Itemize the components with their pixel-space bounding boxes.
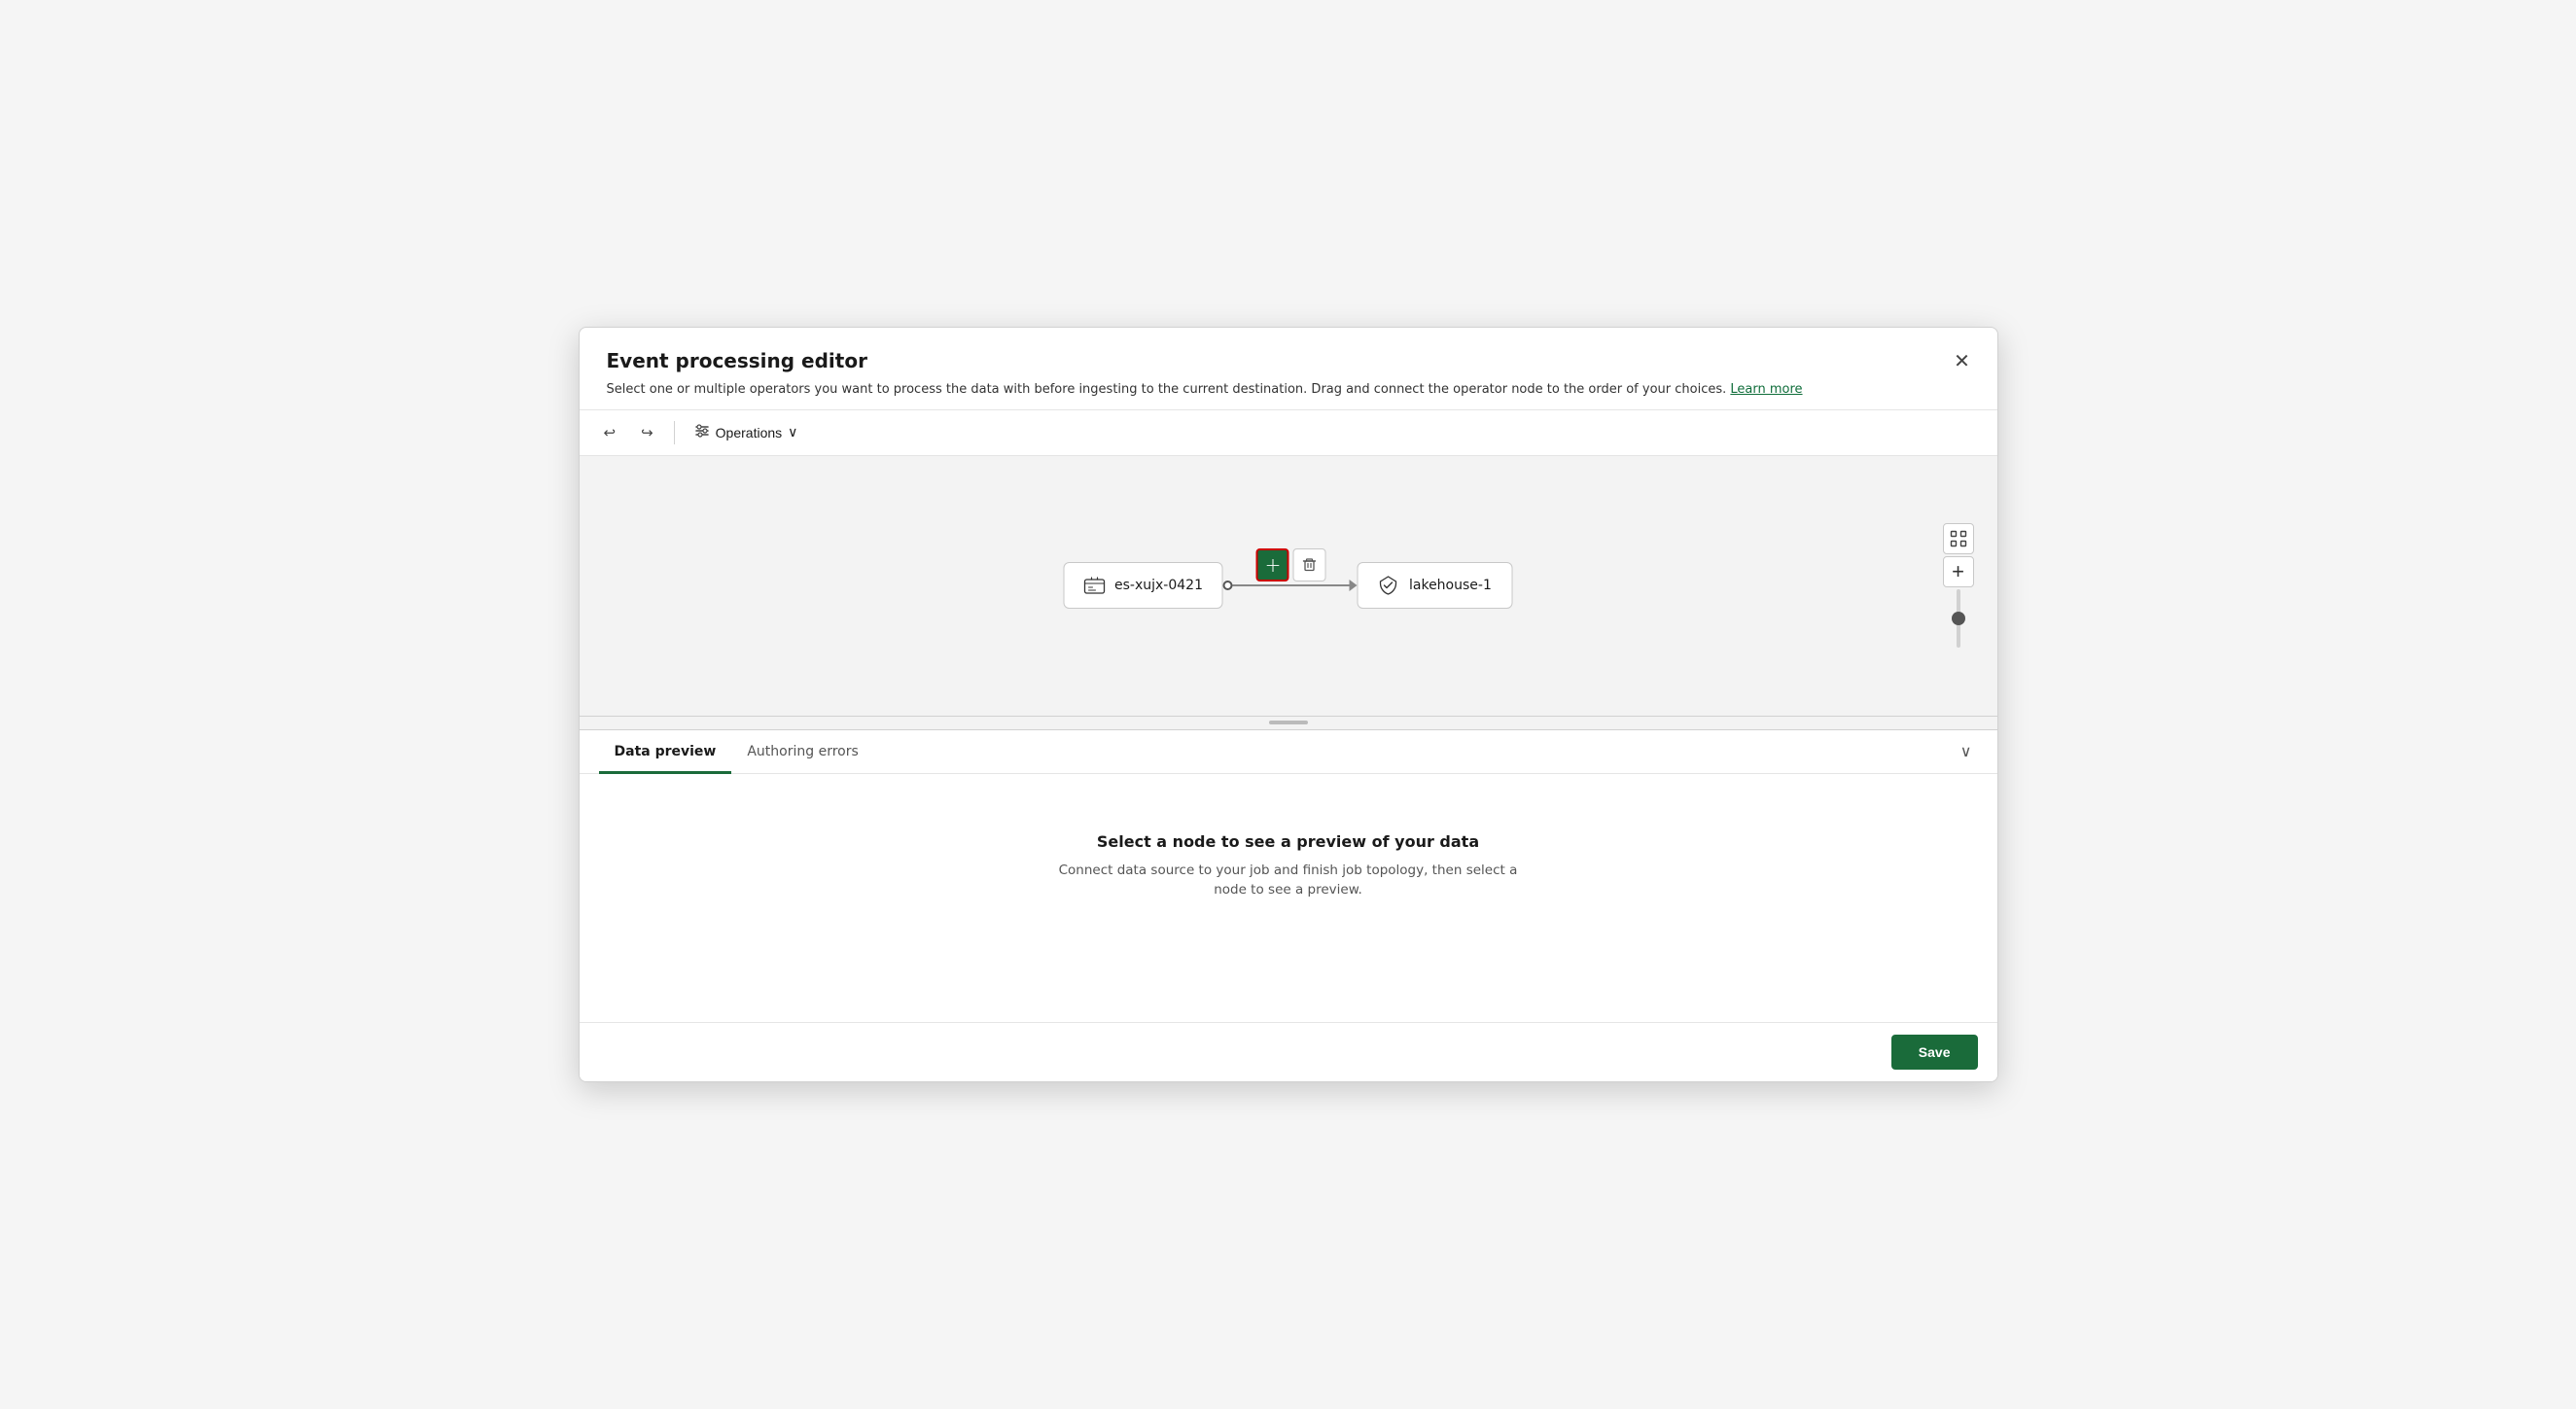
connector-line-left	[1233, 584, 1291, 586]
resize-handle-bar	[1269, 721, 1308, 724]
toolbar-divider	[674, 421, 675, 444]
add-operator-button[interactable]: +	[1256, 548, 1289, 581]
dialog-subtitle: Select one or multiple operators you wan…	[607, 380, 1970, 400]
zoom-slider-thumb[interactable]	[1952, 612, 1965, 625]
right-connector	[1291, 580, 1358, 591]
destination-node-label: lakehouse-1	[1409, 578, 1492, 593]
zoom-slider[interactable]	[1957, 589, 1960, 648]
connector-dot	[1223, 581, 1233, 590]
fit-view-button[interactable]	[1943, 523, 1974, 554]
toolbar: ↩ ↪ Operations ∨	[580, 409, 1997, 456]
canvas-area: es-xujx-0421 +	[580, 456, 1997, 717]
operations-icon	[694, 423, 710, 442]
empty-state-description: Connect data source to your job and fini…	[1055, 861, 1522, 900]
zoom-controls: +	[1943, 523, 1974, 648]
connector-arrow	[1350, 580, 1358, 591]
bottom-panel: Data preview Authoring errors ∨ Select a…	[580, 730, 1997, 1022]
delete-operator-button[interactable]	[1293, 548, 1326, 581]
tabs-left: Data preview Authoring errors	[599, 730, 874, 773]
close-button[interactable]: ✕	[1947, 345, 1978, 376]
learn-more-link[interactable]: Learn more	[1730, 382, 1802, 397]
operations-button[interactable]: Operations ∨	[687, 418, 806, 447]
dialog-title: Event processing editor	[607, 349, 1970, 372]
destination-node-icon	[1378, 575, 1399, 596]
flow-diagram: es-xujx-0421 +	[1063, 562, 1513, 609]
zoom-in-button[interactable]: +	[1943, 556, 1974, 587]
dialog-footer: Save	[580, 1022, 1997, 1081]
connector-line-right	[1291, 584, 1350, 586]
tab-data-preview[interactable]: Data preview	[599, 730, 732, 774]
operations-label: Operations	[716, 425, 782, 440]
event-processing-dialog: Event processing editor Select one or mu…	[579, 327, 1998, 1082]
operations-chevron: ∨	[788, 424, 797, 440]
empty-state-title: Select a node to see a preview of your d…	[1097, 832, 1479, 851]
undo-button[interactable]: ↩	[595, 418, 625, 447]
tab-authoring-errors[interactable]: Authoring errors	[731, 730, 873, 774]
collapse-button[interactable]: ∨	[1955, 736, 1978, 767]
redo-button[interactable]: ↪	[632, 418, 662, 447]
add-delete-row: +	[1256, 548, 1326, 581]
source-node-label: es-xujx-0421	[1114, 578, 1203, 593]
destination-node[interactable]: lakehouse-1	[1358, 562, 1513, 609]
left-connector	[1223, 581, 1291, 590]
resize-handle[interactable]	[580, 717, 1997, 730]
empty-state: Select a node to see a preview of your d…	[580, 774, 1997, 959]
source-node[interactable]: es-xujx-0421	[1063, 562, 1223, 609]
save-button[interactable]: Save	[1891, 1035, 1978, 1070]
dialog-header: Event processing editor Select one or mu…	[580, 328, 1997, 409]
tabs-row: Data preview Authoring errors ∨	[580, 730, 1997, 774]
source-node-icon	[1083, 575, 1105, 596]
